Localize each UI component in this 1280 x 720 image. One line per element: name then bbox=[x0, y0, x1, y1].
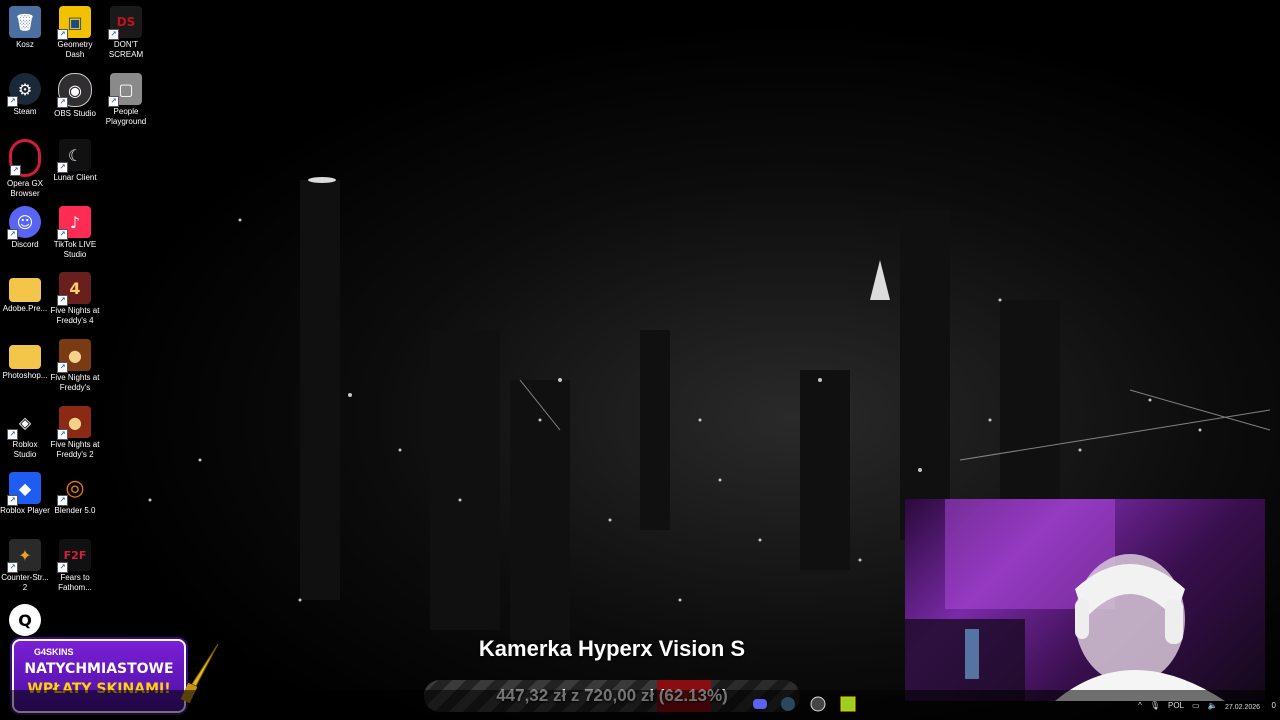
fears-to-fathom-icon: F2F ↗ bbox=[57, 539, 91, 573]
lunar-client-icon: ☾ ↗ bbox=[57, 139, 91, 173]
desktop-icon-label: TikTok LIVE Studio bbox=[53, 240, 97, 259]
desktop-icon-photoshop-folder[interactable]: Photoshop... bbox=[0, 339, 50, 381]
date-display[interactable]: 27.02.2026 bbox=[1225, 704, 1260, 711]
desktop-icon-label: Lunar Client bbox=[53, 173, 97, 182]
desktop-icon-opera-gx[interactable]: ↗ Opera GX Browser bbox=[0, 139, 50, 199]
desktop-icon-obs[interactable]: ◉ ↗ OBS Studio bbox=[50, 73, 100, 119]
desktop-icon-label: Fears to Fathom... bbox=[58, 573, 92, 592]
desktop-icon-roblox-player[interactable]: ◆ ↗ Roblox Player bbox=[0, 472, 50, 516]
dont-scream-icon: DS ↗ bbox=[108, 6, 142, 40]
promo-line-1: NATYCHMIASTOWE bbox=[24, 661, 174, 677]
desktop-icon-label: Five Nights at Freddy's bbox=[50, 373, 100, 392]
desktop-icon-label: Geometry Dash bbox=[57, 40, 93, 59]
folder-icon bbox=[9, 345, 41, 369]
desktop-icon-tiktok-live[interactable]: ♪ ↗ TikTok LIVE Studio bbox=[50, 206, 100, 260]
discord-taskbar-icon[interactable] bbox=[752, 696, 768, 712]
folder-icon bbox=[9, 278, 41, 302]
geometry-dash-taskbar-icon[interactable] bbox=[840, 696, 856, 712]
cs2-icon: ✦ ↗ bbox=[7, 539, 41, 573]
taskbar bbox=[0, 690, 1280, 720]
desktop-icon-label: Adobe.Pre... bbox=[2, 304, 48, 313]
network-icon[interactable]: ▭ bbox=[1192, 701, 1200, 710]
obs-taskbar-icon[interactable] bbox=[810, 696, 826, 712]
roblox-icon: ◆ ↗ bbox=[7, 472, 41, 506]
desktop-icon-roblox-studio[interactable]: ◈ ↗ Roblox Studio bbox=[0, 406, 50, 460]
fnaf2-icon: ● ↗ bbox=[57, 406, 91, 440]
fnaf-icon: ● ↗ bbox=[57, 339, 91, 373]
desktop-icon-adobe-premiere-folder[interactable]: Adobe.Pre... bbox=[0, 272, 50, 314]
desktop-icon-geometry-dash[interactable]: ▣ ↗ Geometry Dash bbox=[50, 6, 100, 60]
search-app-icon: Q bbox=[9, 604, 41, 636]
desktop-icon-label: DON'T SCREAM bbox=[108, 40, 144, 59]
recycle-bin-icon: 🗑 bbox=[9, 6, 41, 38]
desktop-icon-lunar-client[interactable]: ☾ ↗ Lunar Client bbox=[50, 139, 100, 183]
desktop-icon-fnaf[interactable]: ● ↗ Five Nights at Freddy's bbox=[50, 339, 100, 393]
promo-brand: G4SKINS bbox=[34, 647, 74, 657]
blender-icon: ◎ ↗ bbox=[57, 472, 91, 506]
webcam-feed bbox=[905, 499, 1265, 701]
language-indicator[interactable]: POL bbox=[1168, 701, 1184, 710]
desktop-icon-recycle-bin[interactable]: 🗑 Kosz bbox=[0, 6, 50, 50]
fnaf4-icon: 4 ↗ bbox=[57, 272, 91, 306]
people-playground-icon: ▢ ↗ bbox=[108, 73, 142, 107]
steam-icon: ⚙ ↗ bbox=[7, 73, 41, 107]
desktop-icon-blender[interactable]: ◎ ↗ Blender 5.0 bbox=[50, 472, 100, 516]
desktop-icon-label: OBS Studio bbox=[54, 109, 96, 118]
desktop-icon-label: People Playground bbox=[105, 107, 147, 126]
microphone-icon[interactable]: 🎙 bbox=[1150, 701, 1160, 710]
notification-count[interactable]: 0 bbox=[1272, 701, 1276, 710]
steam-taskbar-icon[interactable] bbox=[780, 696, 796, 712]
desktop-icon-label: Blender 5.0 bbox=[54, 506, 96, 515]
desktop-icon-steam[interactable]: ⚙ ↗ Steam bbox=[0, 73, 50, 117]
discord-icon: ☺ ↗ bbox=[7, 206, 41, 240]
goal-title: Kamerka Hyperx Vision S bbox=[478, 636, 746, 661]
desktop-icon-dont-scream[interactable]: DS ↗ DON'T SCREAM bbox=[101, 6, 151, 60]
obs-icon: ◉ ↗ bbox=[57, 73, 92, 108]
desktop-icon-fnaf4[interactable]: 4 ↗ Five Nights at Freddy's 4 bbox=[50, 272, 100, 326]
chevron-up-icon[interactable]: ^ bbox=[1138, 701, 1142, 710]
opera-gx-icon: ↗ bbox=[9, 139, 41, 177]
desktop-icon-people-playground[interactable]: ▢ ↗ People Playground bbox=[101, 73, 151, 127]
desktop-icon-label: Discord bbox=[11, 240, 39, 249]
desktop-icon-fnaf2[interactable]: ● ↗ Five Nights at Freddy's 2 bbox=[50, 406, 100, 460]
desktop-icon-fears-to-fathom[interactable]: F2F ↗ Fears to Fathom... bbox=[50, 539, 100, 593]
desktop-icon-label: Counter-Str... 2 bbox=[1, 573, 49, 592]
volume-icon[interactable]: 🔈 bbox=[1208, 701, 1218, 710]
desktop-icon-label: Photoshop... bbox=[2, 371, 48, 380]
desktop-icon-label: Five Nights at Freddy's 2 bbox=[50, 440, 100, 459]
desktop-icon-label: Roblox Player bbox=[0, 506, 50, 515]
desktop-icon-counter-strike-2[interactable]: ✦ ↗ Counter-Str... 2 bbox=[0, 539, 50, 593]
desktop-icon-discord[interactable]: ☺ ↗ Discord bbox=[0, 206, 50, 250]
desktop-icon-label: Five Nights at Freddy's 4 bbox=[50, 306, 100, 325]
desktop-icon-label: Roblox Studio bbox=[12, 440, 38, 459]
tiktok-icon: ♪ ↗ bbox=[57, 206, 91, 240]
geometry-dash-icon: ▣ ↗ bbox=[57, 6, 91, 40]
desktop-icon-label: Kosz bbox=[16, 40, 34, 49]
roblox-studio-icon: ◈ ↗ bbox=[7, 406, 41, 440]
desktop-icon-label: Opera GX Browser bbox=[6, 179, 43, 198]
desktop-icon-label: Steam bbox=[13, 107, 37, 116]
desktop-icon-search-app[interactable]: Q bbox=[0, 604, 50, 638]
